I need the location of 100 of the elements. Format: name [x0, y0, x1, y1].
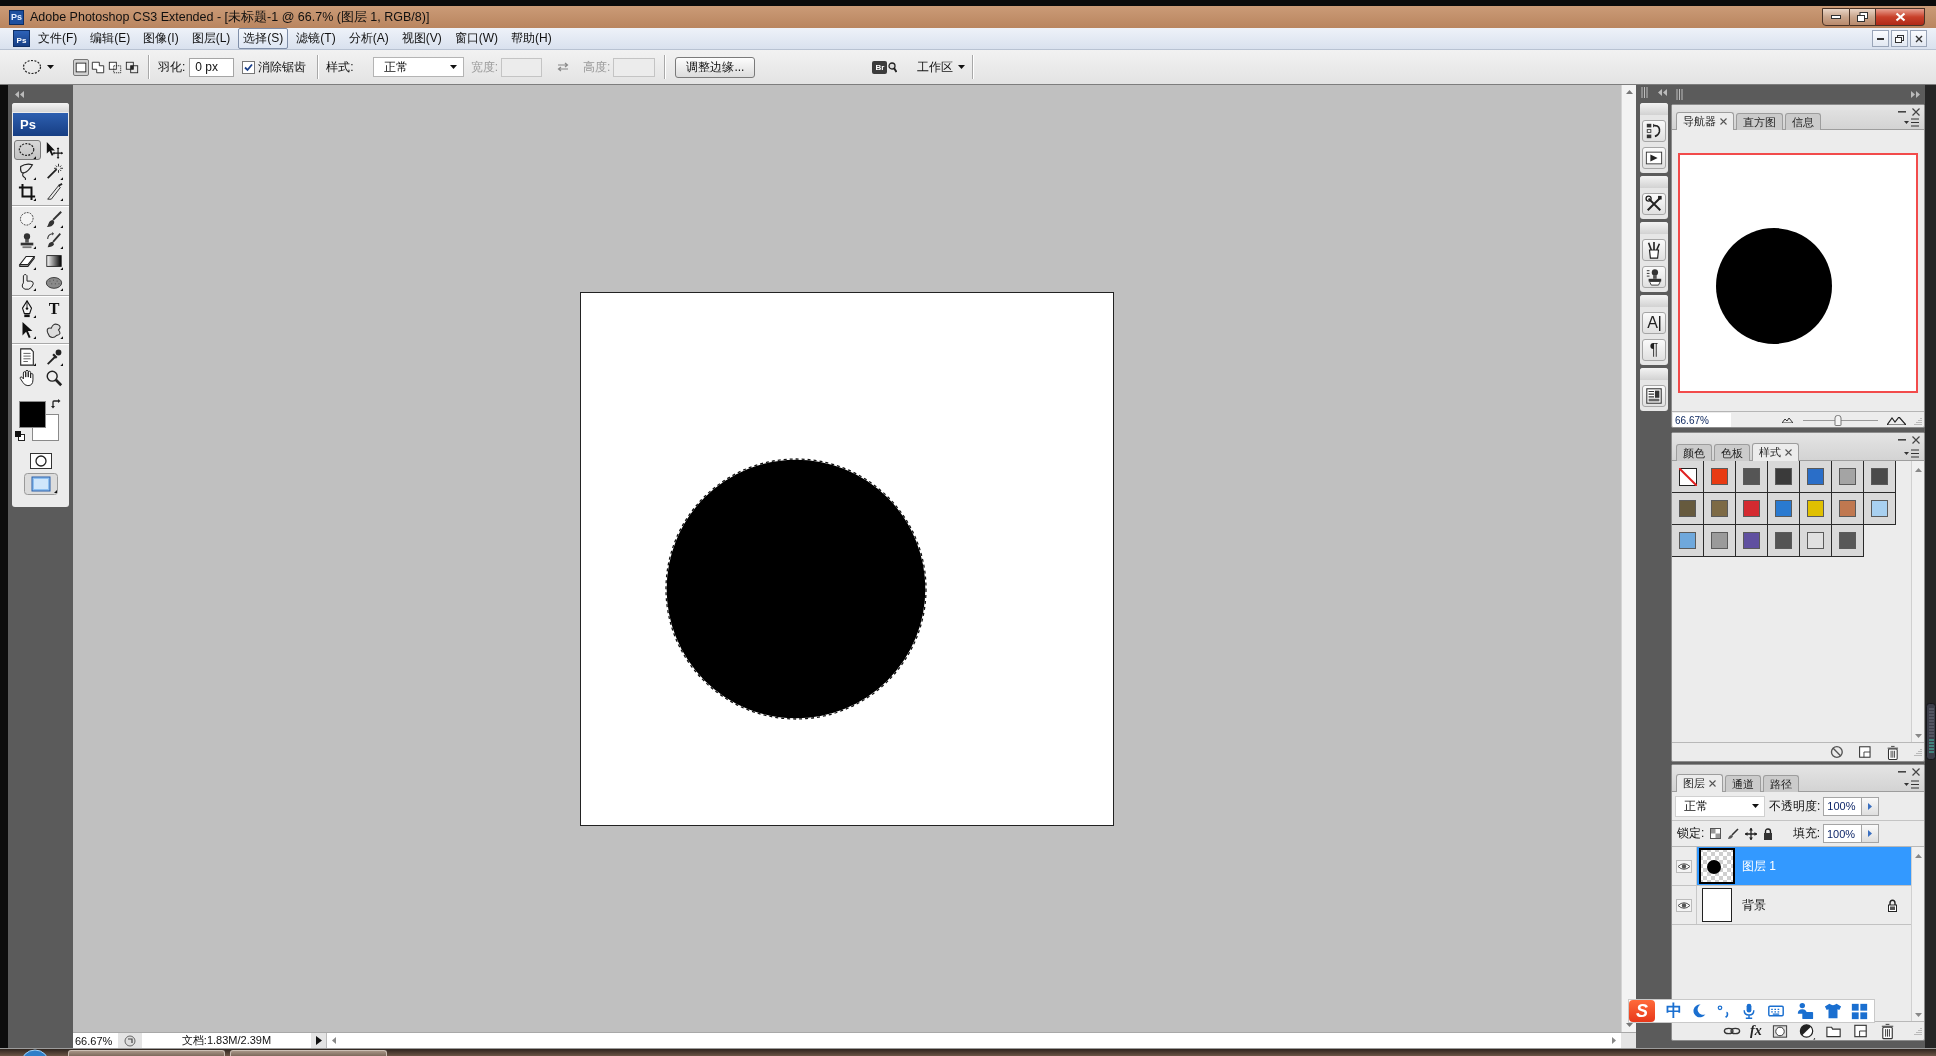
style-swatch-icon[interactable] — [1711, 468, 1728, 485]
scroll-down-icon[interactable] — [1914, 1013, 1922, 1017]
resize-grip-icon[interactable] — [1914, 1027, 1922, 1035]
checkerboard-icon[interactable] — [1710, 828, 1722, 839]
minimize-icon[interactable] — [1898, 771, 1906, 773]
zoom-field[interactable]: 66.67% — [73, 1033, 118, 1048]
move-arrows-icon[interactable] — [1745, 827, 1758, 840]
scroll-right-icon[interactable] — [1612, 1037, 1616, 1044]
panel-tab[interactable]: 直方图 — [1736, 113, 1783, 130]
scroll-up-icon[interactable] — [1625, 90, 1633, 94]
microphone-icon[interactable] — [1741, 1002, 1757, 1020]
navigator-preview[interactable] — [1678, 153, 1918, 393]
panel-menu-icon[interactable] — [1904, 780, 1920, 789]
swap-arrow-icon[interactable] — [51, 399, 61, 409]
reset-colors-icon[interactable] — [15, 431, 25, 441]
menu-item[interactable]: 帮助(H) — [506, 28, 557, 49]
panel-button[interactable]: ¶ — [1642, 339, 1666, 361]
panel-tab[interactable]: 颜色 — [1676, 444, 1712, 461]
tool-button[interactable]: T — [40, 299, 68, 319]
style-swatch-icon[interactable] — [1679, 500, 1696, 517]
expand-arrows-icon[interactable] — [1911, 91, 1920, 98]
close-icon[interactable] — [1912, 768, 1920, 776]
style-swatch-icon[interactable] — [1775, 500, 1792, 517]
menu-item[interactable]: 编辑(E) — [85, 28, 136, 49]
mask-icon[interactable] — [1770, 1022, 1789, 1040]
maximize-button[interactable] — [1850, 8, 1876, 26]
blend-mode-dropdown[interactable]: 正常 — [1675, 795, 1765, 817]
panel-button[interactable] — [1642, 385, 1666, 407]
tool-button[interactable] — [13, 140, 41, 160]
grip-handle-icon[interactable] — [1926, 703, 1936, 760]
close-button[interactable] — [1876, 8, 1925, 26]
no-entry-icon[interactable] — [1830, 745, 1844, 759]
resize-grip-icon[interactable] — [1914, 748, 1922, 756]
panel-button[interactable]: A — [1642, 312, 1666, 334]
minimize-button[interactable] — [1872, 30, 1889, 47]
menu-item[interactable]: 文件(F) — [33, 28, 83, 49]
style-swatch-icon[interactable] — [1839, 532, 1856, 549]
eye-icon[interactable] — [1676, 898, 1692, 912]
anti-alias-checkbox[interactable] — [242, 60, 256, 74]
menu-item[interactable]: 分析(A) — [343, 28, 394, 49]
close-icon[interactable] — [1720, 118, 1727, 125]
slider-thumb[interactable] — [1834, 414, 1842, 426]
half-circle-icon[interactable] — [1797, 1022, 1816, 1040]
workspace-button[interactable]: 工作区 — [917, 58, 966, 76]
foreground-swatch-icon[interactable] — [19, 401, 46, 428]
restore-button[interactable] — [1891, 30, 1908, 47]
start-orb-icon[interactable] — [20, 1049, 50, 1056]
input-mode-toggle[interactable]: 中 — [1666, 1000, 1682, 1022]
new-page-icon[interactable] — [1856, 744, 1873, 760]
panel-tab[interactable]: 导航器 — [1676, 112, 1734, 130]
minimize-icon[interactable] — [1898, 111, 1906, 113]
large-mountains-icon[interactable] — [1887, 416, 1906, 425]
quick-mask-icon[interactable] — [29, 453, 52, 469]
scroll-down-icon[interactable] — [1914, 734, 1922, 738]
collapse-arrows-icon[interactable] — [15, 90, 24, 98]
panel-button[interactable] — [1642, 239, 1666, 261]
grip-icon[interactable] — [1676, 89, 1683, 100]
style-swatch-icon[interactable] — [1839, 468, 1856, 485]
brush-icon[interactable] — [1727, 827, 1740, 840]
panel-tab[interactable]: 图层 — [1676, 774, 1723, 792]
keyboard-icon[interactable] — [1766, 1003, 1786, 1019]
no-style-icon[interactable] — [1678, 467, 1697, 486]
vertical-scrollbar[interactable] — [1911, 847, 1924, 1021]
panel-menu-icon[interactable] — [1904, 118, 1920, 127]
close-icon[interactable] — [1709, 780, 1716, 787]
close-button[interactable] — [1910, 30, 1927, 47]
tool-preset-button[interactable] — [22, 59, 54, 75]
style-swatch-icon[interactable] — [1807, 500, 1824, 517]
moon-icon[interactable] — [1691, 1003, 1707, 1019]
collapse-arrows-icon[interactable] — [1658, 89, 1667, 96]
panel-tab[interactable]: 信息 — [1785, 113, 1821, 130]
height-field[interactable] — [613, 57, 656, 77]
taskbar-button[interactable] — [230, 1050, 387, 1056]
panel-button[interactable] — [1642, 147, 1666, 169]
scroll-left-icon[interactable] — [332, 1037, 336, 1044]
style-swatch-icon[interactable] — [1871, 500, 1888, 517]
style-swatch-icon[interactable] — [1807, 532, 1824, 549]
style-swatch-icon[interactable] — [1871, 468, 1888, 485]
style-swatch-icon[interactable] — [1775, 532, 1792, 549]
style-swatch-icon[interactable] — [1807, 468, 1824, 485]
taskbar-button[interactable] — [68, 1050, 225, 1056]
menu-item[interactable]: 滤镜(T) — [291, 28, 341, 49]
panel-tab[interactable]: 路径 — [1763, 775, 1799, 792]
refine-edge-button[interactable]: 调整边缘... — [675, 56, 756, 78]
grip-icon[interactable] — [1641, 87, 1648, 98]
fill-field[interactable]: 100% — [1823, 824, 1862, 843]
menu-item[interactable]: 选择(S) — [238, 28, 289, 49]
style-swatch-icon[interactable] — [1775, 468, 1792, 485]
opacity-slider-button[interactable] — [1862, 796, 1880, 816]
style-swatch-icon[interactable] — [1743, 532, 1760, 549]
panel-tab[interactable]: 色板 — [1714, 444, 1750, 461]
width-field[interactable] — [501, 57, 543, 77]
style-swatch-icon[interactable] — [1711, 500, 1728, 517]
vertical-scrollbar[interactable] — [1621, 85, 1636, 1032]
layer-row[interactable]: 背景 — [1672, 886, 1911, 925]
menu-item[interactable]: 图层(L) — [186, 28, 236, 49]
panel-menu-icon[interactable] — [1904, 449, 1920, 458]
minimize-icon[interactable] — [1898, 439, 1906, 441]
zoom-field[interactable]: 66.67% — [1673, 413, 1731, 427]
round-arrow-icon[interactable] — [124, 1034, 136, 1047]
